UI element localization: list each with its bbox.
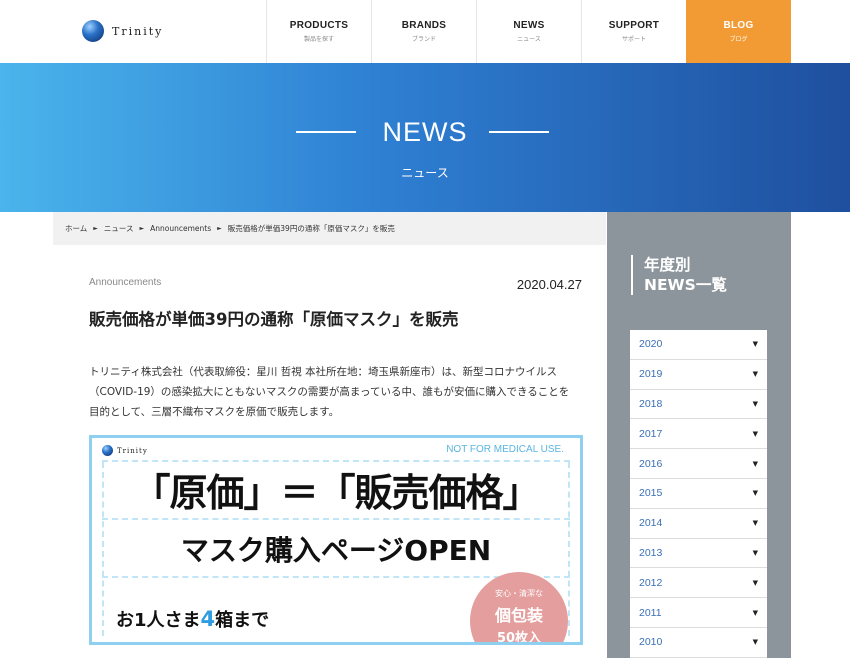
nav-blog[interactable]: BLOG ブログ [686,0,791,63]
caret-down-icon: ▼ [752,548,758,557]
caret-down-icon: ▼ [752,459,758,468]
article-title: 販売価格が単価39円の通称「原価マスク」を販売 [89,310,459,329]
banner-note: NOT FOR MEDICAL USE. [446,444,564,455]
year-item-2018[interactable]: 2018 ▼ [630,390,767,420]
banner-badge: 安心・清潔な 個包装 50枚入 [470,572,568,642]
caret-down-icon: ▼ [752,370,758,379]
article-category[interactable]: Announcements [89,277,161,288]
year-item-2011[interactable]: 2011 ▼ [630,598,767,628]
caret-down-icon: ▼ [752,399,758,408]
year-item-2014[interactable]: 2014 ▼ [630,509,767,539]
year-item-2013[interactable]: 2013 ▼ [630,539,767,569]
caret-down-icon: ▼ [752,608,758,617]
caret-down-icon: ▼ [752,578,758,587]
banner-dash-line [102,518,570,520]
page-title: NEWS [382,117,468,147]
banner-logo: Trinity [102,445,148,456]
year-item-2020[interactable]: 2020 ▼ [630,330,767,360]
banner-subheadline: マスク購入ページOPEN [180,534,492,567]
banner-headline: 「原価」＝「販売価格」 [132,471,540,515]
article-banner-image[interactable]: Trinity NOT FOR MEDICAL USE. 「原価」＝「販売価格」… [89,435,583,645]
logo-text: Trinity [112,24,164,38]
nav-products[interactable]: PRODUCTS 製品を探す [266,0,371,63]
breadcrumb-news[interactable]: ニュース [104,223,134,234]
caret-down-icon: ▼ [752,429,758,438]
site-header: Trinity PRODUCTS 製品を探す BRANDS ブランド NEWS … [0,0,850,63]
year-item-2016[interactable]: 2016 ▼ [630,449,767,479]
logo-globe-icon [82,20,104,42]
breadcrumb-arrow-icon: ► [217,225,222,232]
caret-down-icon: ▼ [752,340,758,349]
article-date: 2020.04.27 [516,277,582,292]
page-subtitle: ニュース [401,166,449,180]
breadcrumb-arrow-icon: ► [93,225,98,232]
nav-brands[interactable]: BRANDS ブランド [371,0,476,63]
breadcrumb-category[interactable]: Announcements [150,224,211,233]
logo-globe-icon [102,445,113,456]
sidebar-title: 年度別 NEWS一覧 [631,255,727,295]
caret-down-icon: ▼ [752,489,758,498]
nav-news[interactable]: NEWS ニュース [476,0,581,63]
year-item-2017[interactable]: 2017 ▼ [630,419,767,450]
hero-line-right [489,131,549,133]
breadcrumb: ホーム ► ニュース ► Announcements ► 販売価格が単価39円の… [53,212,606,245]
main-nav: PRODUCTS 製品を探す BRANDS ブランド NEWS ニュース SUP… [266,0,791,63]
year-item-2015[interactable]: 2015 ▼ [630,479,767,509]
breadcrumb-home[interactable]: ホーム [65,223,87,234]
banner-limit-text: お1人さま4箱まで [116,607,270,631]
sidebar: 年度別 NEWS一覧 2020 ▼ 2019 ▼ 2018 ▼ 2017 ▼ 2016 ▼… [607,212,791,658]
year-item-2019[interactable]: 2019 ▼ [630,360,767,390]
caret-down-icon: ▼ [752,638,758,647]
breadcrumb-arrow-icon: ► [139,225,145,232]
year-list: 2020 ▼ 2019 ▼ 2018 ▼ 2017 ▼ 2016 ▼ 2015 ▼ 2014… [630,330,767,658]
site-logo[interactable]: Trinity [82,20,163,42]
caret-down-icon: ▼ [752,519,758,528]
year-item-2012[interactable]: 2012 ▼ [630,568,767,599]
year-item-2010[interactable]: 2010 ▼ [630,628,767,658]
nav-support[interactable]: SUPPORT サポート [581,0,686,63]
article-body: トリニティ株式会社（代表取締役：星川 哲視 本社所在地：埼玉県新座市）は、新型コ… [89,366,570,418]
hero-banner: NEWS ニュース [0,63,850,212]
breadcrumb-current: 販売価格が単価39円の通称「原価マスク」を販売 [227,224,395,233]
